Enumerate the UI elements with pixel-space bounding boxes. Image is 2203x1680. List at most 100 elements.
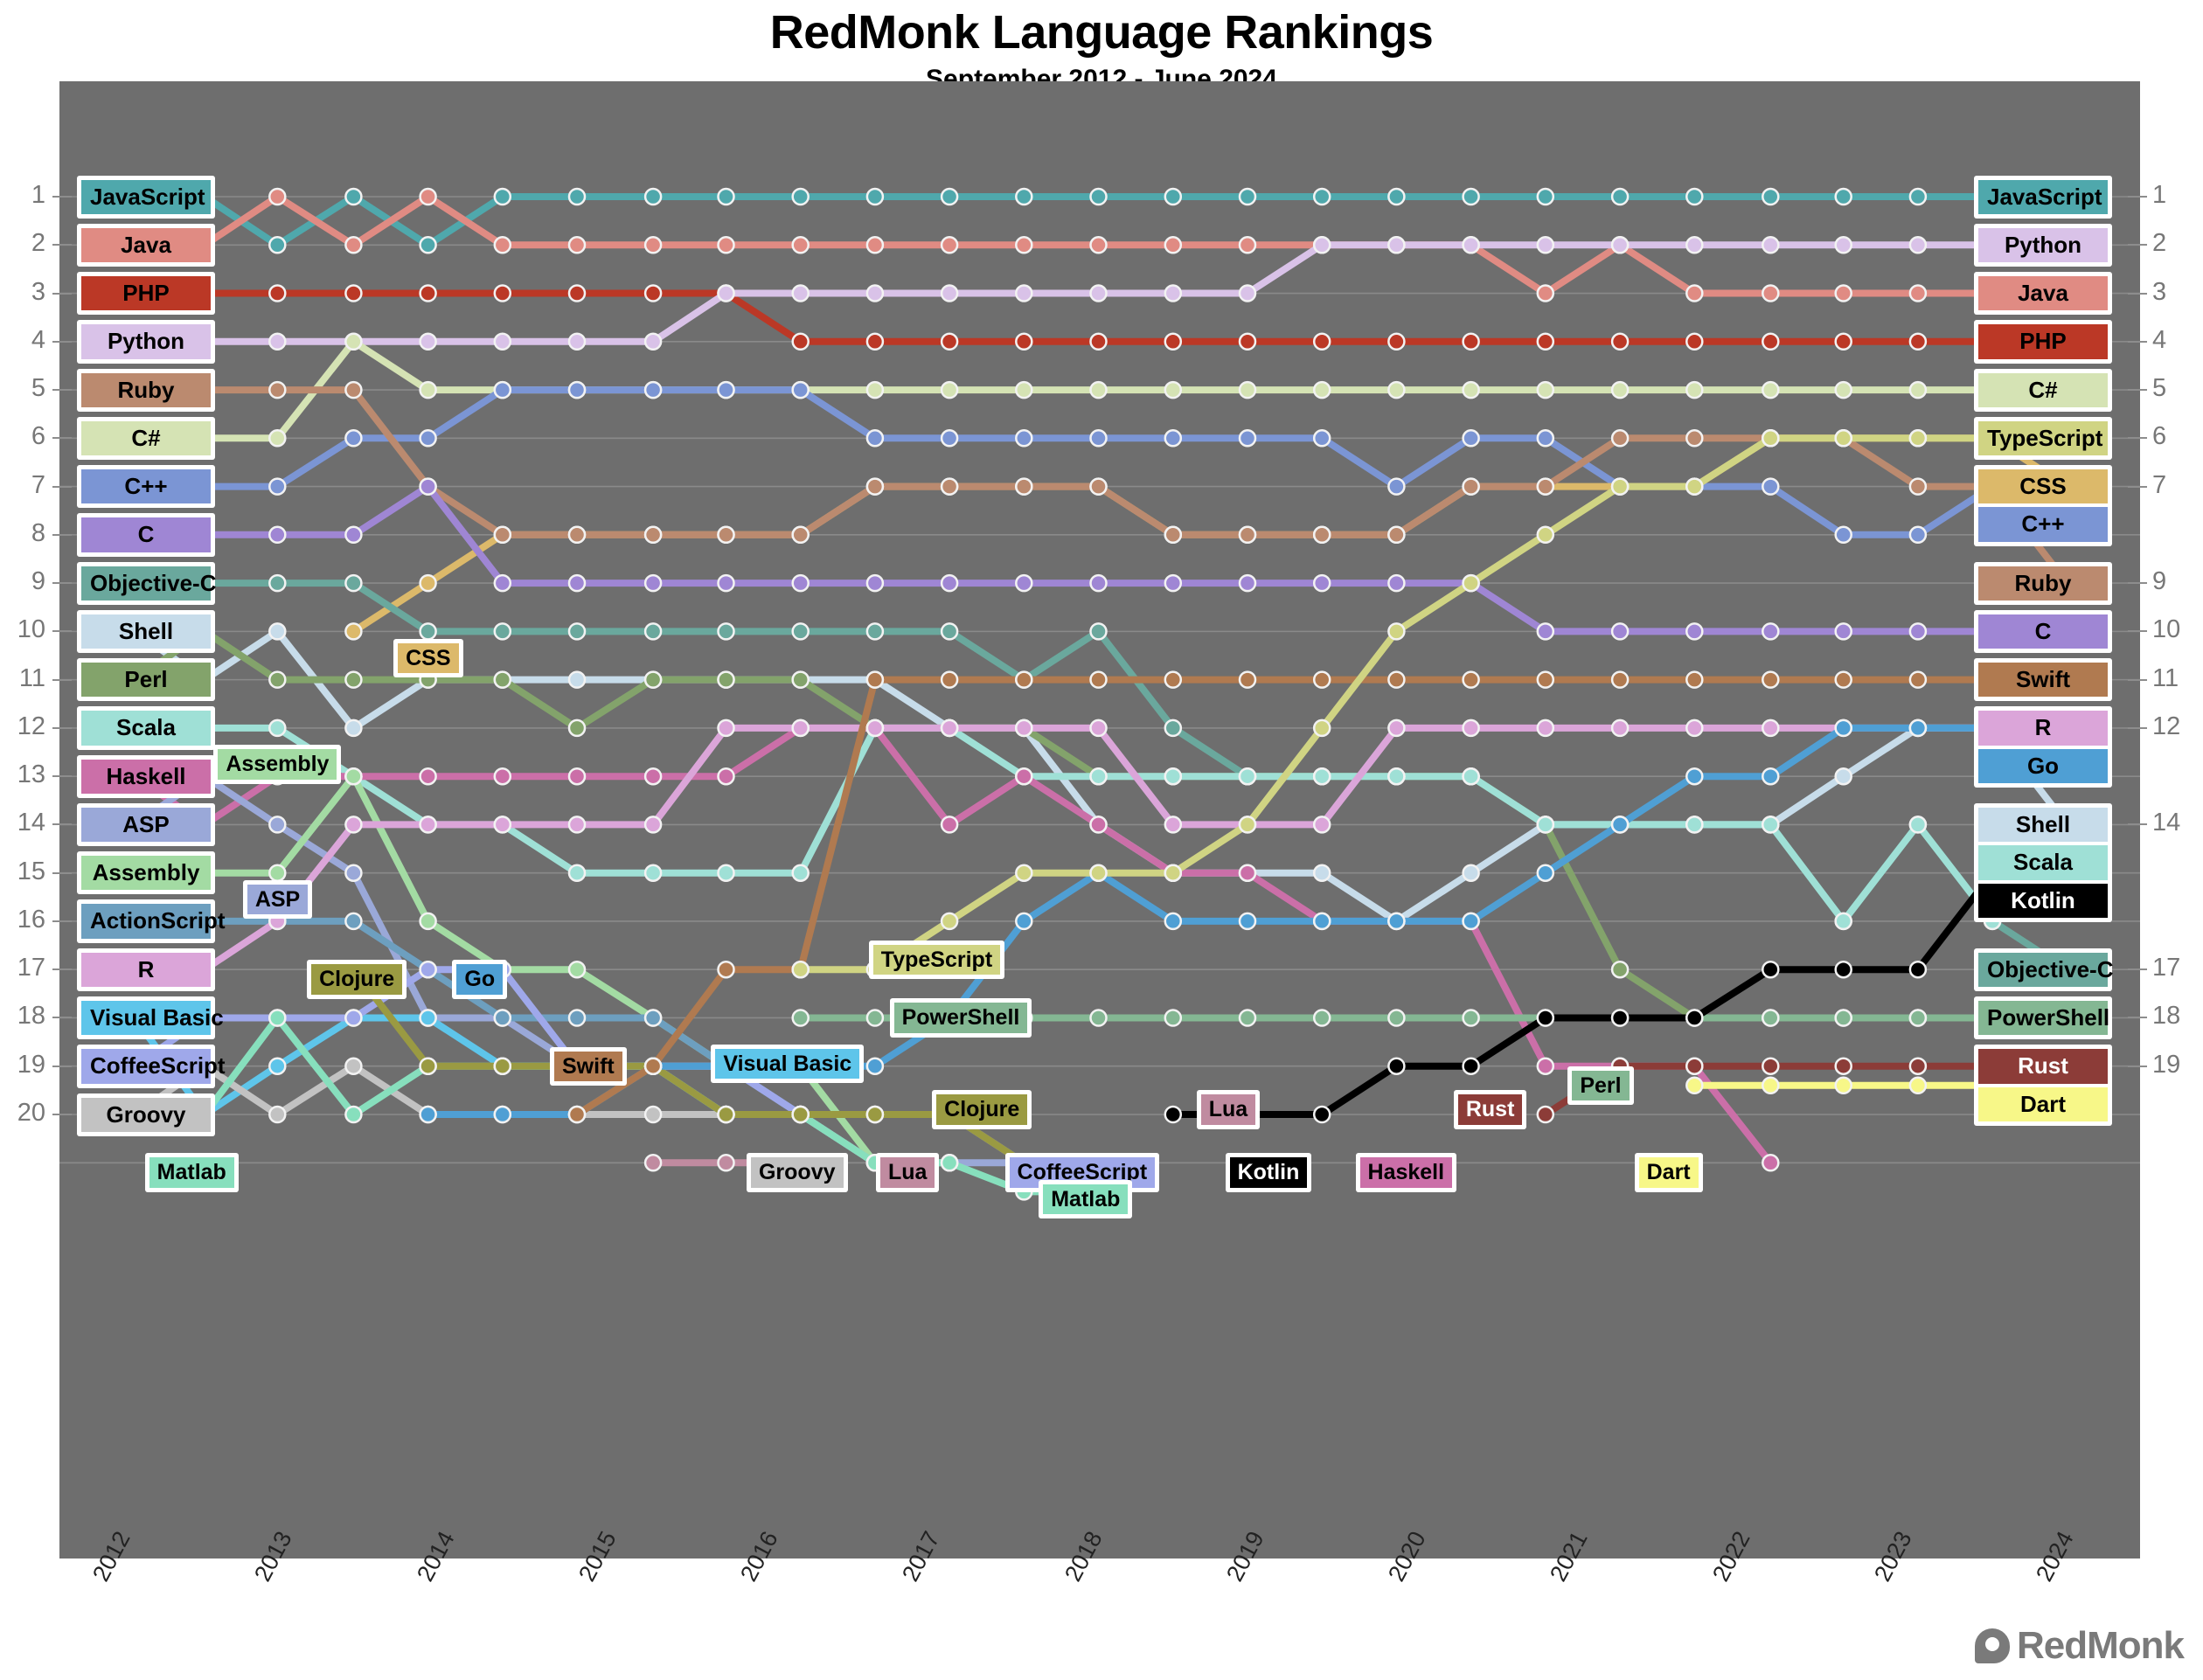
left-label-c-[interactable]: C++	[77, 465, 215, 509]
left-label-java[interactable]: Java	[77, 223, 215, 267]
left-label-shell[interactable]: Shell	[77, 609, 215, 654]
right-label-rank-5[interactable]: C#	[1974, 368, 2112, 412]
left-label-haskell[interactable]: Haskell	[77, 754, 215, 798]
data-point	[1685, 429, 1704, 448]
inline-label-powershell[interactable]: PowerShell	[889, 998, 1032, 1038]
data-point	[1387, 719, 1406, 738]
language-label: Swift	[554, 1051, 622, 1081]
data-point	[1685, 477, 1704, 496]
right-label-rank-2[interactable]: Python	[1974, 223, 2112, 267]
right-label-rank-17[interactable]: Objective-C	[1974, 948, 2114, 991]
data-point	[1387, 187, 1406, 206]
data-point	[940, 187, 959, 206]
data-point	[865, 1057, 885, 1075]
language-label: Visual Basic	[715, 1048, 860, 1080]
y-tick-right: 14	[2152, 809, 2181, 837]
y-tick-mark	[52, 340, 72, 343]
y-tick-mark	[2128, 340, 2147, 343]
data-point	[1536, 380, 1555, 399]
inline-label-asp[interactable]: ASP	[242, 880, 313, 920]
inline-label-typescript[interactable]: TypeScript	[868, 941, 1005, 980]
left-label-visual-basic[interactable]: Visual Basic	[77, 996, 224, 1040]
right-label-rank-7[interactable]: CSS C++	[1974, 465, 2112, 546]
data-point	[1312, 670, 1331, 689]
left-label-coffeescript[interactable]: CoffeeScript	[77, 1045, 226, 1088]
left-label-assembly[interactable]: Assembly	[77, 851, 215, 895]
inline-label-matlab[interactable]: Matlab	[1039, 1179, 1133, 1218]
language-label: CoffeeScript	[81, 1049, 226, 1084]
y-tick-left: 3	[31, 277, 45, 306]
data-point	[940, 573, 959, 593]
left-label-c[interactable]: C	[77, 513, 215, 557]
data-point	[1536, 719, 1555, 738]
left-label-c-[interactable]: C#	[77, 416, 215, 461]
right-label-rank-18[interactable]: PowerShell	[1974, 996, 2112, 1040]
data-point	[1908, 380, 1928, 399]
inline-label-lua[interactable]: Lua	[875, 1153, 940, 1192]
data-point	[344, 1057, 363, 1075]
left-label-groovy[interactable]: Groovy	[77, 1093, 215, 1136]
language-label: Dart	[1978, 1086, 2108, 1121]
right-label-rank-19[interactable]: Rust Dart	[1974, 1045, 2112, 1126]
language-label: JavaScript	[1978, 179, 2108, 214]
data-point	[717, 525, 735, 545]
language-label: Kotlin	[1978, 883, 2108, 918]
right-label-rank-3[interactable]: Java	[1974, 272, 2112, 316]
left-label-perl[interactable]: Perl	[77, 658, 215, 702]
right-label-rank-14[interactable]: Shell Scala Kotlin	[1974, 802, 2112, 922]
inline-label-visual-basic[interactable]: Visual Basic	[711, 1044, 865, 1084]
inline-label-groovy[interactable]: Groovy	[746, 1153, 848, 1192]
inline-label-dart[interactable]: Dart	[1634, 1153, 1703, 1192]
data-point	[1164, 284, 1183, 302]
right-label-rank-10[interactable]: C	[1974, 609, 2112, 654]
data-point	[1536, 816, 1555, 834]
y-tick-mark	[52, 292, 72, 295]
y-tick-right: 6	[2152, 422, 2167, 451]
language-label: C++	[81, 469, 211, 504]
data-point	[1015, 236, 1033, 254]
left-label-scala[interactable]: Scala	[77, 706, 215, 750]
left-label-python[interactable]: Python	[77, 320, 215, 364]
data-point	[1164, 236, 1183, 254]
inline-label-rust[interactable]: Rust	[1453, 1090, 1527, 1129]
inline-label-lua[interactable]: Lua	[1196, 1090, 1261, 1129]
data-point	[940, 816, 959, 834]
inline-label-haskell[interactable]: Haskell	[1355, 1153, 1457, 1192]
inline-label-matlab[interactable]: Matlab	[144, 1153, 239, 1192]
left-label-ruby[interactable]: Ruby	[77, 368, 215, 412]
inline-label-clojure[interactable]: Clojure	[307, 960, 407, 999]
data-point	[1462, 477, 1480, 496]
data-point	[1387, 1009, 1406, 1027]
inline-label-perl[interactable]: Perl	[1567, 1066, 1634, 1106]
left-label-php[interactable]: PHP	[77, 272, 215, 316]
data-point	[1685, 236, 1704, 254]
y-tick-right: 1	[2152, 181, 2167, 209]
left-label-asp[interactable]: ASP	[77, 802, 215, 847]
inline-label-css[interactable]: CSS	[393, 638, 463, 677]
inline-label-assembly[interactable]: Assembly	[213, 745, 342, 784]
data-point	[1312, 767, 1331, 786]
language-label: PHP	[1978, 324, 2108, 359]
y-tick-mark	[52, 244, 72, 246]
left-label-r[interactable]: R	[77, 948, 215, 991]
inline-label-swift[interactable]: Swift	[550, 1046, 627, 1086]
left-label-actionscript[interactable]: ActionScript	[77, 899, 226, 943]
data-point	[1238, 187, 1257, 206]
left-label-objective-c[interactable]: Objective-C	[77, 561, 217, 605]
right-label-rank-12[interactable]: R Go	[1974, 706, 2112, 788]
right-label-rank-11[interactable]: Swift	[1974, 658, 2112, 702]
y-tick-mark	[52, 582, 72, 585]
inline-label-clojure[interactable]: Clojure	[932, 1090, 1032, 1129]
right-label-rank-4[interactable]: PHP	[1974, 320, 2112, 364]
data-point	[1089, 380, 1108, 399]
right-label-rank-1[interactable]: JavaScript	[1974, 175, 2112, 219]
data-point	[344, 332, 363, 351]
right-label-rank-6[interactable]: TypeScript	[1974, 416, 2112, 461]
language-label: Kotlin	[1229, 1157, 1308, 1188]
inline-label-go[interactable]: Go	[452, 960, 508, 999]
data-point	[493, 816, 512, 834]
inline-label-kotlin[interactable]: Kotlin	[1225, 1153, 1312, 1192]
right-label-rank-9[interactable]: Ruby	[1974, 561, 2112, 605]
left-label-javascript[interactable]: JavaScript	[77, 175, 215, 219]
data-point	[1164, 1105, 1183, 1124]
